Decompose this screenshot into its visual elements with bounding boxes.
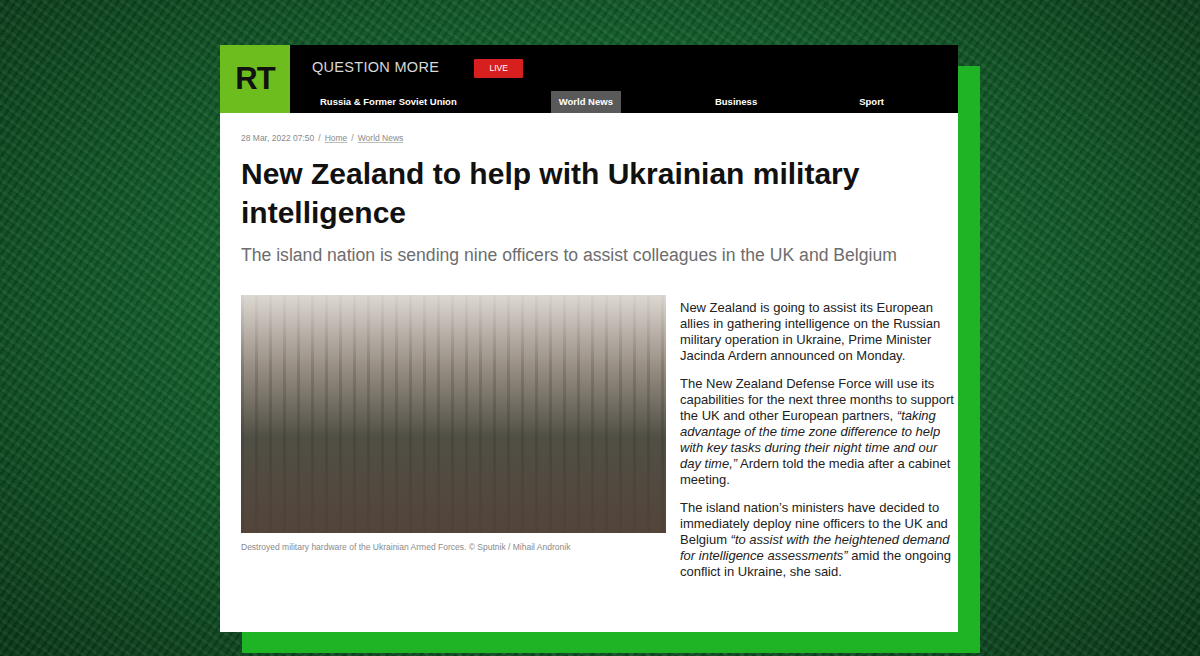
article-body: 28 Mar, 2022 07:50/Home/World News New Z… (220, 113, 958, 632)
nav-label[interactable]: Sport (859, 95, 884, 109)
live-button[interactable]: LIVE (474, 59, 523, 78)
subtitle: The island nation is sending nine office… (241, 243, 955, 267)
logo-text[interactable]: RT (235, 56, 274, 103)
rt-logo[interactable]: RT (220, 45, 290, 113)
body-text: New Zealand is going to assist its Europ… (680, 300, 940, 363)
headline: New Zealand to help with Ukrainian milit… (241, 154, 941, 232)
nav-label[interactable]: Russia & Former Soviet Union (320, 95, 457, 109)
nav-item[interactable]: Business (707, 91, 765, 113)
article-text: New Zealand is going to assist its Europ… (680, 300, 955, 592)
photo-figure: Destroyed military hardware of the Ukrai… (241, 295, 666, 553)
article-paragraph: The New Zealand Defense Force will use i… (680, 376, 955, 488)
news-photo (241, 295, 666, 533)
article-paragraph: The island nation’s ministers have decid… (680, 500, 955, 580)
nav-label[interactable]: Business (715, 95, 757, 109)
nav-item[interactable]: Russia & Former Soviet Union (312, 91, 465, 113)
page-background: RT QUESTION MORE LIVE Russia & Former Sov… (0, 0, 1200, 656)
photo-caption: Destroyed military hardware of the Ukrai… (241, 542, 666, 553)
breadcrumb: 28 Mar, 2022 07:50/Home/World News (241, 132, 955, 145)
nav-item[interactable]: World News (551, 91, 621, 113)
site-header: RT QUESTION MORE LIVE Russia & Former Sov… (220, 45, 958, 113)
breadcrumb-link[interactable]: World News (358, 132, 404, 145)
article-paragraph: New Zealand is going to assist its Europ… (680, 300, 955, 364)
header-top: QUESTION MORE LIVE (290, 45, 958, 91)
section-nav: Russia & Former Soviet Union World News Bu… (290, 91, 958, 113)
nav-label[interactable]: World News (559, 95, 613, 109)
tagline: QUESTION MORE (312, 57, 439, 79)
nav-item[interactable]: Sport (851, 91, 892, 113)
breadcrumb-separator: / (351, 132, 353, 145)
breadcrumb-separator: / (318, 132, 320, 145)
breadcrumb-link[interactable]: Home (325, 132, 348, 145)
publish-date: 28 Mar, 2022 07:50 (241, 132, 314, 145)
article-card: RT QUESTION MORE LIVE Russia & Former Sov… (220, 45, 958, 632)
